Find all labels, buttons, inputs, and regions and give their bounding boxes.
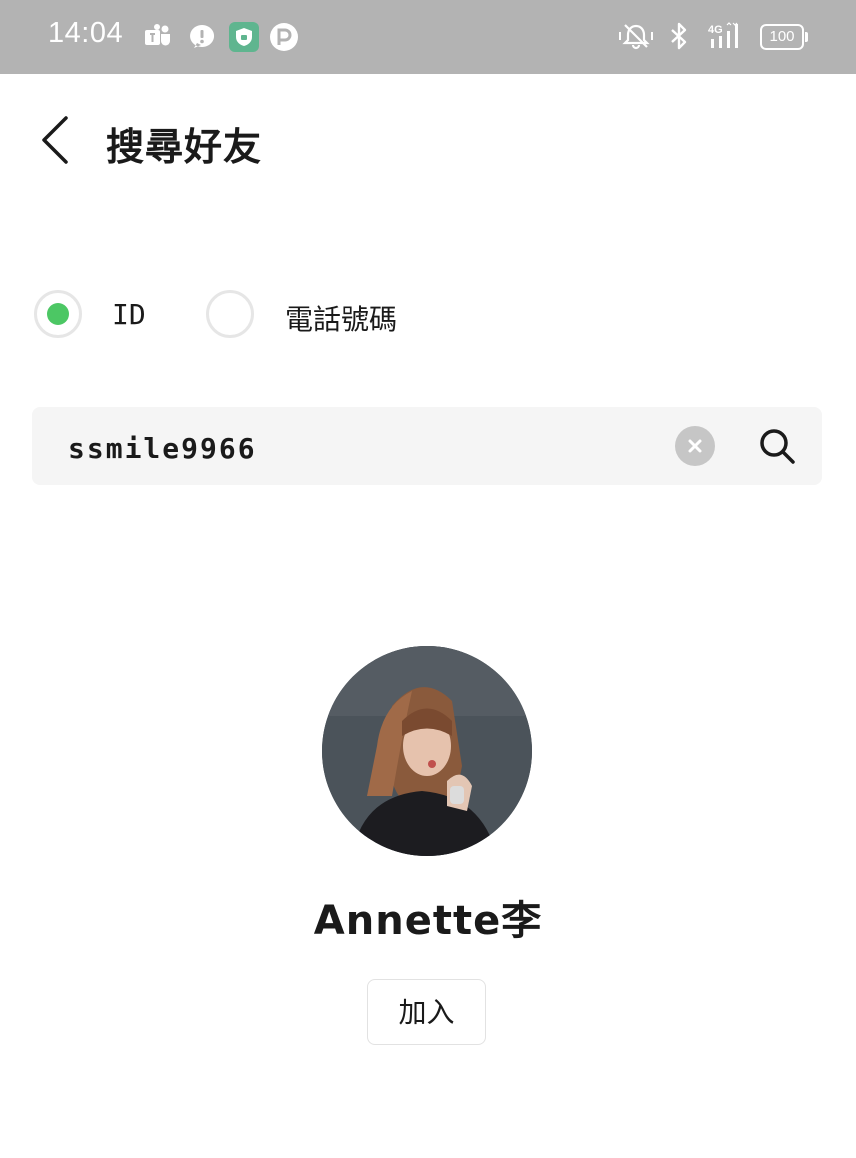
bluetooth-icon [671, 22, 687, 50]
avatar-photo [322, 646, 532, 856]
radio-phone-number[interactable] [206, 290, 254, 338]
teams-icon [145, 24, 170, 46]
profile-name: Annette李 [313, 898, 543, 944]
mute-icon [619, 24, 653, 50]
battery-level: 100 [769, 28, 795, 45]
search-bar [32, 407, 822, 485]
page-title: 搜尋好友 [106, 125, 263, 169]
search-button[interactable] [756, 425, 798, 467]
clear-button[interactable] [675, 426, 715, 466]
radio-selected-dot [47, 303, 69, 325]
back-button[interactable] [36, 112, 84, 168]
p-app-icon [270, 23, 298, 51]
shield-app-icon [229, 22, 259, 52]
radio-id[interactable] [34, 290, 82, 338]
network-type: 4G [708, 24, 723, 36]
chat-bubble-icon [190, 25, 215, 48]
search-icon [760, 429, 795, 464]
search-input[interactable] [66, 427, 670, 469]
status-bar: 14:04 4G 100 [0, 0, 856, 74]
signal-icon: 4G [708, 22, 738, 48]
status-time: 14:04 [48, 17, 124, 49]
clear-icon [688, 439, 702, 453]
add-friend-button[interactable]: 加入 [367, 979, 486, 1045]
radio-id-label[interactable]: ID [112, 298, 146, 331]
search-friends-screen: 14:04 4G 100 搜尋好友 ID 電話號碼 ssmile9966 Ann… [0, 0, 856, 1158]
chevron-left-icon [42, 116, 68, 164]
battery-icon: 100 [760, 24, 808, 50]
avatar[interactable] [322, 646, 532, 856]
radio-phone-number-label[interactable]: 電話號碼 [285, 298, 397, 338]
